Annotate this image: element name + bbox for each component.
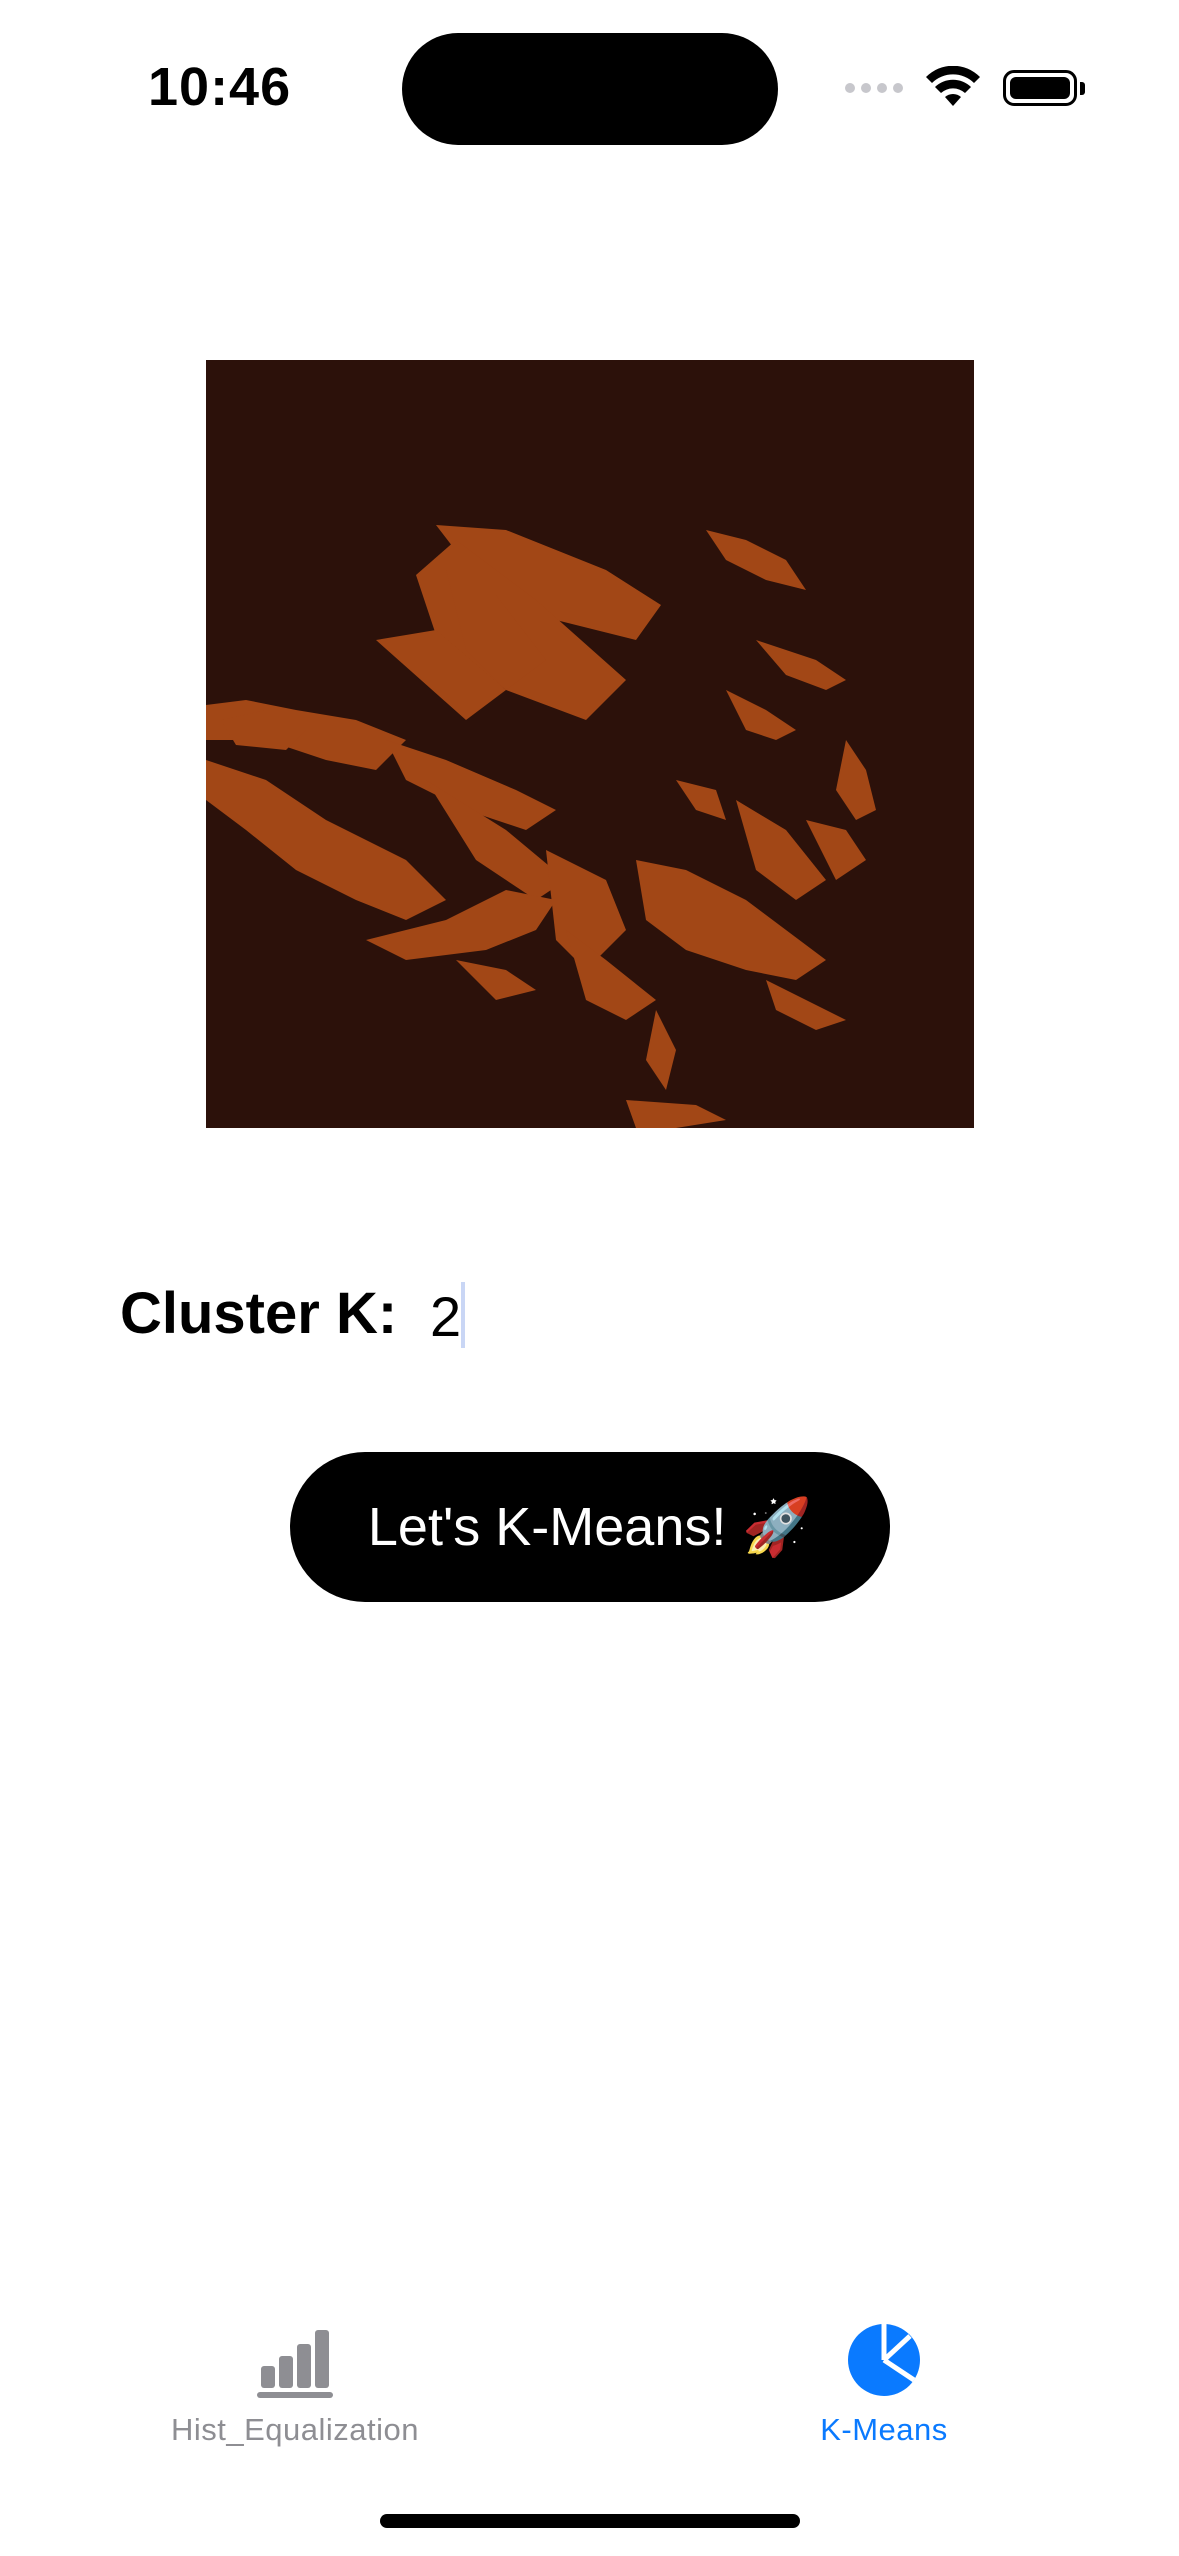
tab-k-means[interactable]: K-Means [684, 2320, 1084, 2448]
cluster-k-label: Cluster K: [120, 1281, 398, 1346]
tab-label: Hist_Equalization [170, 2412, 420, 2447]
cluster-k-input[interactable] [430, 1280, 1030, 1352]
run-kmeans-button[interactable]: Let's K-Means! 🚀 [290, 1452, 890, 1602]
status-indicators [845, 66, 1085, 110]
rocket-icon: 🚀 [742, 1495, 813, 1558]
text-cursor [461, 1282, 465, 1348]
battery-cap [1080, 81, 1085, 95]
wifi-icon [926, 66, 980, 106]
dynamic-island [402, 33, 778, 145]
tab-label: K-Means [820, 2412, 948, 2447]
tab-hist-equalization[interactable]: Hist_Equalization [95, 2320, 495, 2448]
home-indicator[interactable] [380, 2514, 800, 2528]
status-time: 10:46 [148, 57, 292, 117]
cellular-signal-icon [845, 83, 903, 93]
battery-icon [1003, 70, 1077, 106]
bar-chart-icon [257, 2330, 333, 2398]
kmeans-result-image [206, 360, 974, 1128]
clustered-image-graphic [206, 360, 974, 1128]
pie-chart-icon [848, 2324, 920, 2396]
run-kmeans-button-label: Let's K-Means! [367, 1497, 727, 1557]
